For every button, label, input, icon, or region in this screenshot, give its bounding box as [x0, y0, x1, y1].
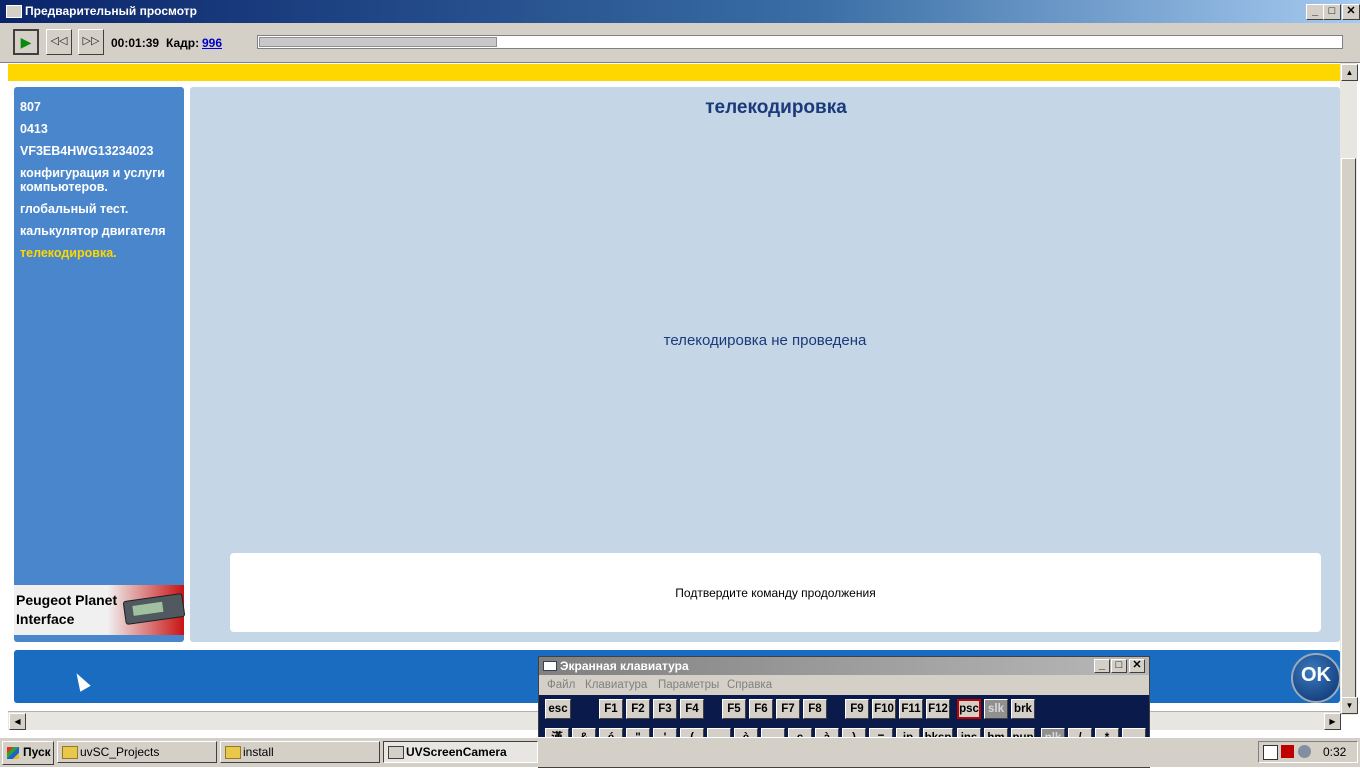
keyboard-title: Экранная клавиатура: [560, 659, 689, 673]
window-title: Предварительный просмотр: [25, 4, 197, 18]
key-F12[interactable]: F12: [926, 699, 950, 719]
key-F3[interactable]: F3: [653, 699, 677, 719]
sidebar-item-telecoding[interactable]: телекодировка.: [20, 246, 180, 260]
taskbar: Пуск uvSC_Projects install UVScreenCamer…: [0, 737, 1360, 767]
key-brk[interactable]: brk: [1011, 699, 1035, 719]
key-F10[interactable]: F10: [872, 699, 896, 719]
sidebar-item-config[interactable]: конфигурация и услуги компьютеров.: [20, 166, 180, 194]
scroll-down-arrow-icon[interactable]: ▼: [1341, 697, 1358, 714]
key-F11[interactable]: F11: [899, 699, 923, 719]
key-F4[interactable]: F4: [680, 699, 704, 719]
header-strip: [8, 64, 1340, 81]
maximize-button[interactable]: □: [1323, 4, 1341, 20]
menu-settings[interactable]: Параметры: [658, 679, 719, 691]
app-window-icon: [388, 746, 404, 759]
sidebar-item-code[interactable]: 0413: [20, 122, 180, 136]
key-F9[interactable]: F9: [845, 699, 869, 719]
forward-icon: ▷▷: [82, 35, 100, 47]
status-message: телекодировка не проведена: [663, 332, 867, 349]
rewind-button[interactable]: ◁◁: [46, 29, 72, 55]
taskbar-item-uvsc-projects[interactable]: uvSC_Projects: [57, 741, 217, 763]
folder-icon: [62, 746, 78, 759]
sidebar-item-global-test[interactable]: глобальный тест.: [20, 202, 180, 216]
keyboard-maximize-button[interactable]: □: [1111, 659, 1127, 673]
forward-button[interactable]: ▷▷: [78, 29, 104, 55]
minimize-button[interactable]: _: [1306, 4, 1324, 20]
menu-keyboard[interactable]: Клавиатура: [585, 679, 647, 691]
keyboard-icon: [543, 661, 557, 671]
frame-number-link[interactable]: 996: [202, 36, 222, 50]
ok-button[interactable]: OK: [1291, 653, 1341, 703]
system-tray: 0:32: [1258, 741, 1358, 763]
window-titlebar: Предварительный просмотр _ □ ✕: [0, 0, 1360, 23]
rewind-icon: ◁◁: [50, 35, 68, 47]
play-button[interactable]: ▶: [13, 29, 39, 55]
scroll-left-arrow-icon[interactable]: ◀: [9, 713, 26, 730]
peugeot-planet-logo: Peugeot Planet Interface: [14, 585, 186, 635]
close-button[interactable]: ✕: [1342, 4, 1360, 20]
sidebar-item-vin[interactable]: VF3EB4HWG13234023: [20, 144, 180, 158]
keyboard-minimize-button[interactable]: _: [1094, 659, 1110, 673]
help-icon[interactable]: [1263, 745, 1278, 760]
folder-icon: [225, 746, 241, 759]
taskbar-item-label: UVScreenCamera: [406, 745, 507, 759]
menu-help[interactable]: Справка: [727, 679, 772, 691]
vertical-scrollbar[interactable]: ▲ ▼: [1340, 63, 1358, 715]
start-button[interactable]: Пуск: [2, 741, 54, 765]
playback-time: 00:01:39: [111, 36, 160, 50]
diagnostic-device-icon: [122, 592, 186, 626]
keyboard-menubar: Файл Клавиатура Параметры Справка: [539, 675, 1149, 695]
taskbar-item-label: uvSC_Projects: [80, 745, 160, 759]
logo-text: Peugeot Planet Interface: [16, 592, 118, 627]
scroll-right-arrow-icon[interactable]: ▶: [1324, 713, 1341, 730]
confirm-text: Подтвердите команду продолжения: [675, 586, 876, 600]
network-icon[interactable]: [1298, 745, 1311, 758]
player-toolbar: ▶ ◁◁ ▷▷ 00:01:39 Кадр: 996: [0, 23, 1360, 63]
play-icon: ▶: [20, 34, 32, 50]
keyboard-titlebar: Экранная клавиатура _ □ ✕: [539, 657, 1149, 675]
key-esc[interactable]: esc: [545, 699, 571, 719]
sidebar-item-engine-ecu[interactable]: калькулятор двигателя: [20, 224, 180, 238]
key-F8[interactable]: F8: [803, 699, 827, 719]
taskbar-item-install[interactable]: install: [220, 741, 380, 763]
key-F6[interactable]: F6: [749, 699, 773, 719]
taskbar-item-label: install: [243, 745, 274, 759]
menu-file[interactable]: Файл: [547, 679, 575, 691]
key-F2[interactable]: F2: [626, 699, 650, 719]
key-slk[interactable]: slk: [984, 699, 1008, 719]
playback-progress-fill[interactable]: [259, 37, 497, 47]
app-icon: [6, 5, 22, 18]
taskbar-item-uvscreencamera[interactable]: UVScreenCamera: [383, 741, 538, 763]
key-F5[interactable]: F5: [722, 699, 746, 719]
page-title: телекодировка: [705, 97, 847, 118]
playback-progress-track[interactable]: [257, 35, 1343, 49]
pdf-icon[interactable]: [1281, 745, 1294, 758]
frame-label: Кадр:: [166, 36, 200, 50]
windows-logo-icon: [7, 747, 19, 759]
key-F1[interactable]: F1: [599, 699, 623, 719]
key-psc[interactable]: psc: [957, 699, 981, 719]
keyboard-close-button[interactable]: ✕: [1129, 659, 1145, 673]
sidebar-item-vehicle[interactable]: 807: [20, 100, 180, 114]
start-label: Пуск: [23, 745, 51, 759]
vertical-scroll-thumb[interactable]: [1341, 158, 1356, 703]
key-F7[interactable]: F7: [776, 699, 800, 719]
clock: 0:32: [1323, 745, 1347, 759]
scroll-up-arrow-icon[interactable]: ▲: [1341, 64, 1358, 81]
sidebar: 807 0413 VF3EB4HWG13234023 конфигурация …: [14, 87, 184, 642]
